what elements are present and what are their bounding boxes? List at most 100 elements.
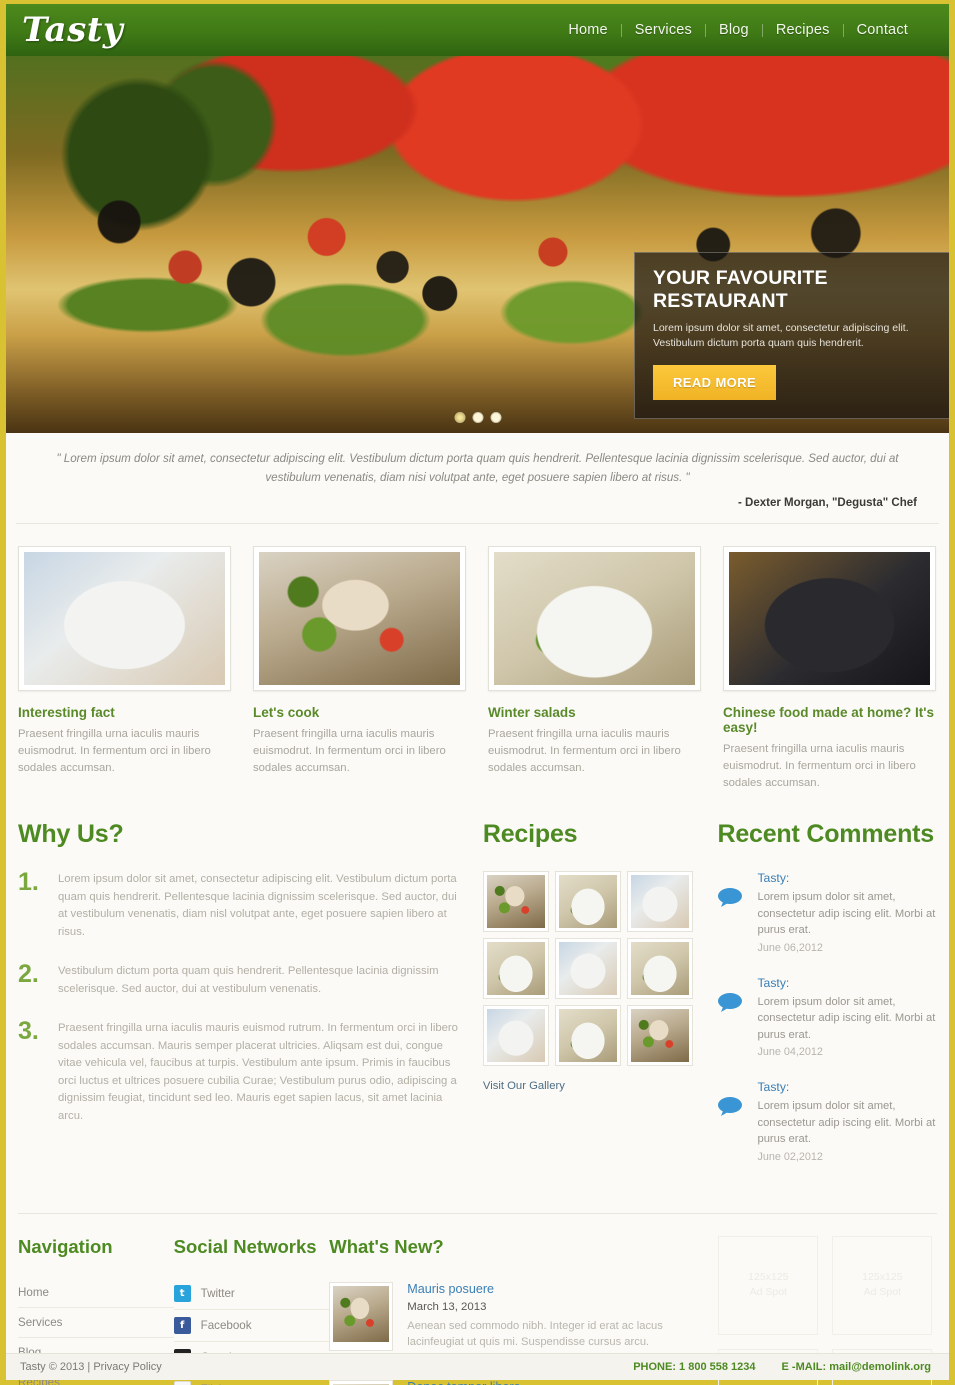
recipe-thumb-3[interactable]	[626, 871, 693, 932]
comment-item: Tasty: Lorem ipsum dolor sit amet, conse…	[717, 871, 937, 954]
feature-image-fish-dish	[259, 552, 460, 685]
comment-bubble-icon	[717, 976, 745, 1017]
recipe-thumb-6[interactable]	[626, 938, 693, 999]
nav-item-blog[interactable]: Blog	[706, 22, 762, 38]
comment-author[interactable]: Tasty:	[757, 1080, 937, 1094]
ad-spot-1[interactable]: 125x125 Ad Spot	[718, 1235, 819, 1335]
site-logo[interactable]: Tasty	[22, 10, 123, 50]
footer-navigation-title: Navigation	[18, 1235, 113, 1257]
feature-thumb-frame[interactable]	[18, 546, 231, 691]
recipe-thumb-5[interactable]	[554, 938, 621, 999]
social-label: Twitter	[200, 1286, 235, 1300]
contact-block: PHONE: 1 800 558 1234 E -MAIL: mail@demo…	[633, 1361, 931, 1373]
feature-text: Praesent fringilla urna iaculis mauris e…	[253, 728, 446, 774]
news-text: Aenean sed commodo nibh. Integer id erat…	[407, 1319, 663, 1349]
hero-slider: YOUR FAVOURITE RESTAURANT Lorem ipsum do…	[6, 56, 949, 433]
nav-item-home[interactable]: Home	[555, 22, 620, 38]
flickr-icon: ••	[173, 1380, 191, 1385]
comment-author[interactable]: Tasty:	[757, 871, 937, 885]
main-navigation: Home Services Blog Recipes Contact	[555, 22, 921, 38]
read-more-button[interactable]: READ MORE	[653, 365, 777, 400]
phone-text: PHONE: 1 800 558 1234	[633, 1361, 756, 1373]
comment-bubble-icon	[717, 1080, 745, 1121]
comment-body: Tasty: Lorem ipsum dolor sit amet, conse…	[757, 871, 937, 954]
feature-thumb-frame[interactable]	[253, 546, 466, 691]
why-us-number: 1.	[18, 868, 39, 896]
comment-item: Tasty: Lorem ipsum dolor sit amet, conse…	[717, 1080, 937, 1163]
footer-link-services[interactable]: Services	[18, 1308, 174, 1338]
why-us-section: Why Us? 1. Lorem ipsum dolor sit amet, c…	[18, 820, 465, 1185]
recipe-image	[558, 1009, 617, 1062]
recipe-thumb-8[interactable]	[554, 1005, 621, 1066]
privacy-policy-link[interactable]: Privacy Policy	[93, 1361, 161, 1373]
feature-title[interactable]: Let's cook	[253, 705, 466, 720]
footer-link-home[interactable]: Home	[18, 1278, 174, 1308]
comment-date: June 04,2012	[757, 1046, 823, 1058]
recipes-thumbnail-grid	[482, 871, 700, 1066]
ad-spot-2[interactable]: 125x125 Ad Spot	[832, 1235, 933, 1335]
news-body: Donec tempor libero March 13, 2013 Vesti…	[407, 1380, 718, 1385]
comment-item: Tasty: Lorem ipsum dolor sit amet, conse…	[717, 976, 937, 1058]
feature-title[interactable]: Winter salads	[488, 705, 701, 720]
feature-text: Praesent fringilla urna iaculis mauris e…	[488, 728, 681, 774]
bottom-bar: Tasty © 2013 | Privacy Policy PHONE: 1 8…	[6, 1353, 949, 1380]
why-us-text: Vestibulum dictum porta quam quis hendre…	[58, 965, 439, 995]
feature-text: Praesent fringilla urna iaculis mauris e…	[723, 743, 916, 789]
hero-description: Lorem ipsum dolor sit amet, consectetur …	[653, 322, 909, 349]
recipe-thumb-9[interactable]	[626, 1005, 693, 1066]
ad-size: 125x125	[748, 1271, 789, 1283]
feature-title[interactable]: Interesting fact	[18, 705, 231, 720]
twitter-icon: t	[173, 1284, 191, 1302]
nav-item-contact[interactable]: Contact	[844, 22, 921, 38]
recipe-image	[630, 1009, 689, 1062]
feature-text: Praesent fringilla urna iaculis mauris e…	[18, 728, 211, 774]
main-content: Why Us? 1. Lorem ipsum dolor sit amet, c…	[6, 802, 949, 1185]
feature-card: Let's cook Praesent fringilla urna iacul…	[253, 546, 466, 792]
comment-text: Lorem ipsum dolor sit amet, consectetur …	[757, 891, 936, 936]
email-link[interactable]: E -MAIL: mail@demolink.org	[782, 1361, 931, 1373]
visit-gallery-link[interactable]: Visit Our Gallery	[483, 1080, 565, 1092]
why-us-title: Why Us?	[18, 820, 124, 848]
comment-date: June 02,2012	[757, 1150, 823, 1163]
recipe-thumb-7[interactable]	[482, 1005, 549, 1066]
social-label: Facebook	[200, 1318, 252, 1332]
slider-dot-1[interactable]	[454, 412, 465, 423]
why-us-item: 3. Praesent fringilla urna iaculis mauri…	[18, 1017, 465, 1125]
copyright-text: Tasty © 2013 |	[20, 1361, 91, 1373]
recipe-thumb-1[interactable]	[482, 871, 549, 932]
feature-thumb-frame[interactable]	[488, 546, 701, 691]
news-title[interactable]: Donec tempor libero	[407, 1380, 718, 1385]
whats-new-title: What's New?	[329, 1235, 444, 1257]
comment-author[interactable]: Tasty:	[757, 976, 937, 990]
feature-thumb-frame[interactable]	[723, 546, 936, 691]
ad-size: 125x125	[862, 1271, 903, 1283]
hero-caption: YOUR FAVOURITE RESTAURANT Lorem ipsum do…	[634, 252, 949, 419]
news-thumb-frame[interactable]	[329, 1379, 394, 1385]
recipe-image	[558, 875, 617, 928]
nav-item-services[interactable]: Services	[622, 22, 705, 38]
feature-card: Winter salads Praesent fringilla urna ia…	[488, 546, 701, 792]
recipe-image	[486, 1009, 545, 1062]
why-us-text: Lorem ipsum dolor sit amet, consectetur …	[58, 873, 457, 938]
news-date: March 13, 2013	[407, 1300, 487, 1313]
recipe-image	[486, 942, 545, 995]
nav-item-recipes[interactable]: Recipes	[763, 22, 843, 38]
feature-title[interactable]: Chinese food made at home? It's easy!	[723, 705, 936, 735]
news-thumb-frame[interactable]	[329, 1281, 394, 1351]
social-link-twitter[interactable]: t Twitter	[173, 1278, 330, 1310]
social-link-facebook[interactable]: f Facebook	[173, 1310, 330, 1342]
comment-text: Lorem ipsum dolor sit amet, consectetur …	[757, 1100, 936, 1145]
slider-dot-2[interactable]	[472, 412, 483, 423]
slider-pagination	[454, 412, 501, 423]
recipe-image	[558, 942, 617, 995]
recipe-thumb-4[interactable]	[482, 938, 549, 999]
why-us-number: 3.	[18, 1017, 39, 1045]
footer-social-title: Social Networks	[173, 1235, 317, 1257]
recent-comments-section: Recent Comments Tasty: Lorem ipsum dolor…	[717, 820, 937, 1185]
news-title[interactable]: Mauris posuere	[407, 1282, 718, 1296]
comment-text: Lorem ipsum dolor sit amet, consectetur …	[757, 995, 936, 1041]
recipe-thumb-2[interactable]	[554, 871, 621, 932]
news-item: Mauris posuere March 13, 2013 Aenean sed…	[329, 1278, 718, 1365]
comment-body: Tasty: Lorem ipsum dolor sit amet, conse…	[757, 1080, 937, 1163]
slider-dot-3[interactable]	[490, 412, 501, 423]
